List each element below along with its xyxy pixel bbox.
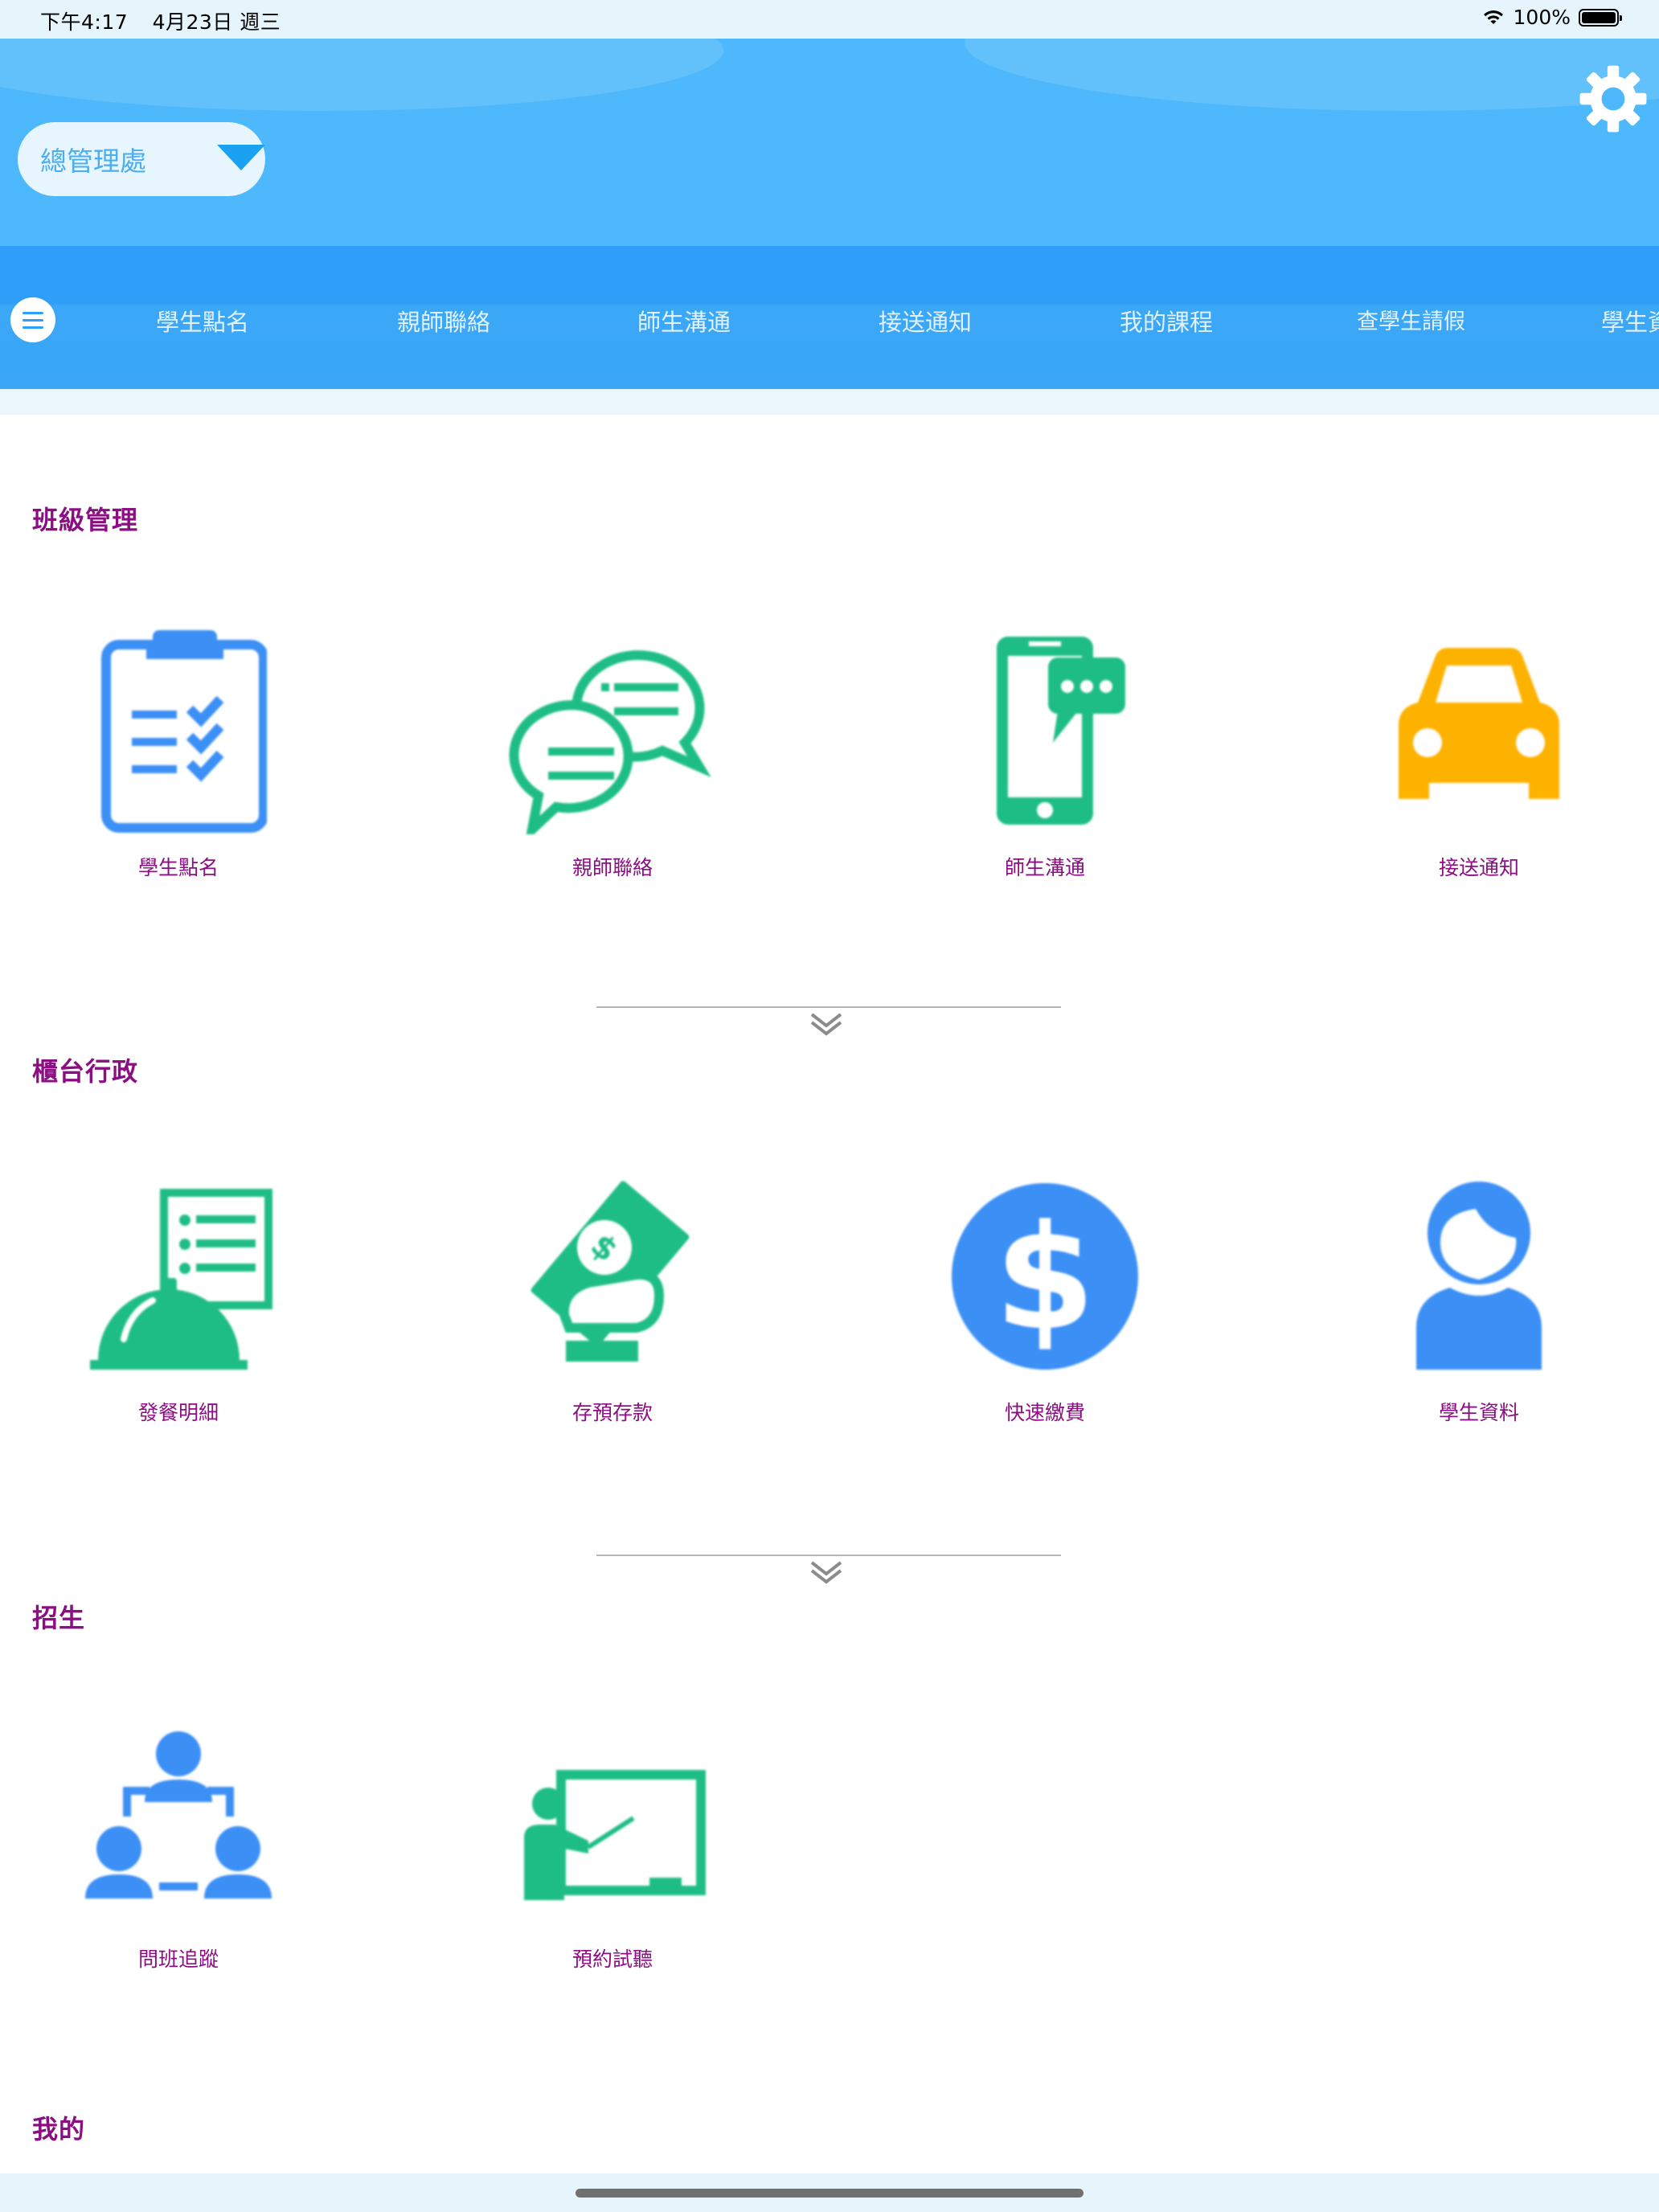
tile-parent-contact[interactable]: 親師聯絡 xyxy=(492,625,733,891)
tile-inquiry-tracking[interactable]: 問班追蹤 xyxy=(58,1717,299,1982)
phone-message-icon xyxy=(997,637,1125,825)
nav-tab-student-attendance[interactable]: 學生點名 xyxy=(156,304,249,338)
section-title-enrollment: 招生 xyxy=(32,1603,86,1633)
section-title-mine: 我的 xyxy=(32,2114,86,2144)
expand-chevron-icon[interactable] xyxy=(809,1010,844,1038)
branch-select-dropdown[interactable]: 總管理處 xyxy=(18,122,265,196)
tile-meal-details[interactable]: 發餐明細 xyxy=(58,1170,299,1436)
tile-label: 師生溝通 xyxy=(1004,856,1085,879)
dropdown-caret-icon xyxy=(217,145,265,170)
teacher-blackboard-icon xyxy=(524,1770,706,1900)
tile-trial-booking[interactable]: 預約試聽 xyxy=(492,1717,733,1982)
nav-tab-pickup-notice[interactable]: 接送通知 xyxy=(879,304,972,338)
nav-shadow xyxy=(0,389,1659,415)
people-network-icon xyxy=(85,1731,272,1899)
car-icon xyxy=(1399,648,1559,799)
battery-percent: 100% xyxy=(1513,6,1571,29)
tile-student-attendance[interactable]: 學生點名 xyxy=(58,625,299,891)
nav-bar: 學生點名 親師聯絡 師生溝通 接送通知 我的課程 查學生請假 學生資 xyxy=(0,246,1659,389)
status-bar: 下午4:17 4月23日 週三 100% xyxy=(0,0,1659,39)
tile-student-data[interactable]: 學生資料 xyxy=(1358,1170,1600,1436)
nav-tab-leave-query[interactable]: 查學生請假 xyxy=(1357,304,1465,335)
section-title-front-desk: 櫃台行政 xyxy=(32,1056,139,1087)
tile-label: 學生資料 xyxy=(1438,1401,1519,1424)
section-divider xyxy=(596,1555,1061,1556)
wifi-icon xyxy=(1483,10,1503,24)
tile-label: 學生點名 xyxy=(137,856,219,879)
nav-tab-my-courses[interactable]: 我的課程 xyxy=(1120,304,1213,338)
menu-icon[interactable] xyxy=(10,297,55,342)
tile-label: 存預存款 xyxy=(571,1401,653,1424)
tile-deposit[interactable]: $ 存預存款 xyxy=(492,1170,733,1436)
tile-teacher-student[interactable]: 師生溝通 xyxy=(924,625,1165,891)
tile-pickup-notice[interactable]: 接送通知 xyxy=(1358,625,1600,891)
settings-gear-icon[interactable] xyxy=(1577,63,1649,135)
tile-quick-payment[interactable]: $ 快速繳費 xyxy=(924,1170,1165,1436)
branch-select-value: 總管理處 xyxy=(40,145,146,177)
nav-tab-teacher-student[interactable]: 師生溝通 xyxy=(637,304,731,338)
battery-icon xyxy=(1579,8,1622,27)
tile-label: 問班追蹤 xyxy=(137,1948,219,1971)
tile-label: 預約試聽 xyxy=(571,1948,653,1971)
section-divider xyxy=(596,1006,1061,1008)
dollar-coin-icon: $ xyxy=(952,1183,1138,1370)
status-date: 4月23日 週三 xyxy=(152,10,281,34)
tile-label: 親師聯絡 xyxy=(571,856,653,879)
hand-money-icon: $ xyxy=(530,1181,690,1362)
clipboard-checklist-icon xyxy=(101,630,267,833)
status-time-date: 下午4:17 4月23日 週三 xyxy=(40,6,298,35)
svg-text:$: $ xyxy=(994,1194,1095,1362)
nav-tab-parent-contact[interactable]: 親師聯絡 xyxy=(397,304,490,338)
food-cloche-menu-icon xyxy=(90,1189,272,1370)
nav-tab-student-data[interactable]: 學生資 xyxy=(1601,304,1659,338)
header: 總管理處 xyxy=(0,39,1659,246)
section-title-class-management: 班級管理 xyxy=(32,505,139,535)
expand-chevron-icon[interactable] xyxy=(809,1558,844,1587)
student-profile-icon xyxy=(1416,1182,1542,1370)
chat-bubbles-icon xyxy=(509,650,711,834)
tile-label: 發餐明細 xyxy=(137,1401,219,1424)
tile-label: 接送通知 xyxy=(1438,856,1519,879)
home-indicator[interactable] xyxy=(576,2189,1083,2198)
tile-label: 快速繳費 xyxy=(1004,1401,1085,1424)
status-time: 下午4:17 xyxy=(40,10,129,34)
status-right: 100% xyxy=(1481,6,1622,29)
